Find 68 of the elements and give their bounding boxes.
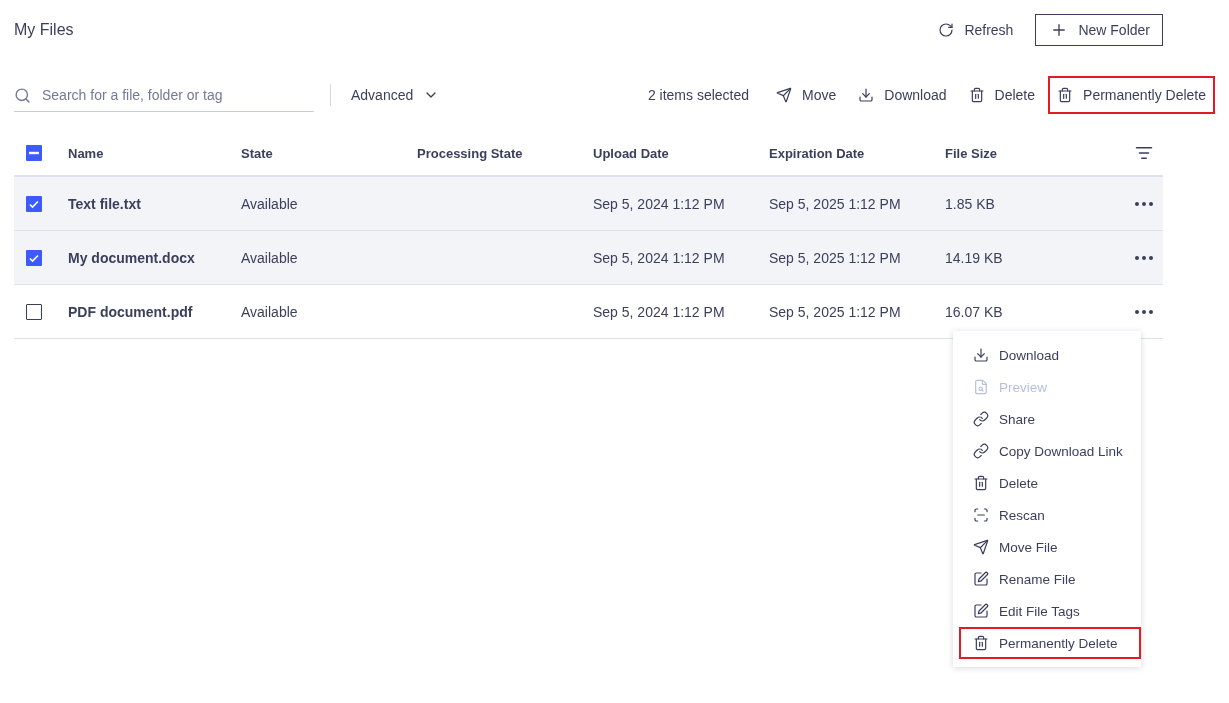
table-cell-text: 14.19 KB — [945, 249, 1004, 266]
delete-button[interactable]: Permanently Delete — [1048, 76, 1215, 114]
menu-item[interactable]: Move File — [959, 531, 1141, 563]
paper-plane-icon — [776, 87, 793, 103]
table-cell-text: Sep 5, 2025 1:12 PM — [769, 249, 902, 266]
more-actions-button[interactable] — [1135, 201, 1153, 206]
menu-item[interactable]: Rename File — [959, 563, 1141, 595]
column-header[interactable]: File Size — [945, 145, 1103, 161]
search-icon — [14, 87, 31, 104]
menu-item[interactable]: Rescan — [959, 499, 1141, 531]
advanced-dropdown[interactable]: Advanced — [347, 81, 444, 109]
column-header[interactable]: Expiration Date — [769, 145, 945, 161]
page-title: My Files — [14, 20, 75, 39]
pencil-square-icon — [973, 603, 989, 619]
download-button[interactable]: Download — [849, 76, 956, 114]
table-cell-text: Sep 5, 2024 1:12 PM — [593, 195, 726, 212]
file-name: PDF document.pdf — [68, 303, 194, 320]
trash-icon — [968, 87, 985, 103]
trash-icon — [973, 635, 989, 651]
menu-item[interactable]: Edit File Tags — [959, 595, 1141, 627]
download-icon — [858, 87, 875, 103]
download-icon — [973, 347, 989, 363]
table-cell-text: Sep 5, 2024 1:12 PM — [593, 303, 726, 320]
select-all-checkbox[interactable] — [26, 145, 42, 161]
selection-count: 2 items selected — [647, 87, 750, 103]
row-checkbox[interactable] — [26, 195, 42, 212]
table-cell-text: 1.85 KB — [945, 195, 996, 212]
file-name: My document.docx — [68, 249, 196, 266]
table-cell-text: 16.07 KB — [945, 303, 1004, 320]
more-icon — [1135, 255, 1153, 260]
more-actions-button[interactable] — [1135, 255, 1153, 260]
row-checkbox[interactable] — [26, 249, 42, 266]
column-header[interactable]: State — [241, 145, 417, 161]
delete-button[interactable]: Delete — [959, 76, 1045, 114]
file-search-icon — [973, 379, 989, 395]
menu-item[interactable]: Permanently Delete — [959, 627, 1141, 659]
menu-item[interactable]: Copy Download Link — [959, 435, 1141, 467]
link-icon — [973, 443, 989, 459]
menu-item[interactable]: Download — [959, 339, 1141, 371]
minus-icon — [29, 151, 39, 155]
table-cell-text: Available — [241, 195, 299, 212]
table-cell-text: Available — [241, 303, 299, 320]
more-icon — [1135, 309, 1153, 314]
menu-item[interactable]: Share — [959, 403, 1141, 435]
column-header[interactable]: Processing State — [417, 145, 593, 161]
scan-icon — [973, 507, 989, 523]
menu-item[interactable]: Delete — [959, 467, 1141, 499]
trash-icon — [973, 475, 989, 491]
refresh-button[interactable]: Refresh — [934, 15, 1018, 44]
filter-icon[interactable] — [1135, 144, 1153, 162]
new-folder-button[interactable]: New Folder — [1035, 13, 1163, 46]
link-icon — [973, 411, 989, 427]
trash-icon — [1057, 87, 1074, 103]
move-button[interactable]: Move — [767, 76, 846, 114]
table-cell-text: Available — [241, 249, 299, 266]
table-cell-text: Sep 5, 2024 1:12 PM — [593, 249, 726, 266]
column-header[interactable]: Upload Date — [593, 145, 769, 161]
row-checkbox[interactable] — [26, 303, 42, 320]
pencil-square-icon — [973, 571, 989, 587]
column-header[interactable]: Name — [68, 145, 241, 161]
refresh-icon — [938, 21, 955, 38]
paper-plane-icon — [973, 539, 989, 555]
table-cell-text: Sep 5, 2025 1:12 PM — [769, 303, 902, 320]
table-cell-text: Sep 5, 2025 1:12 PM — [769, 195, 902, 212]
more-actions-button[interactable] — [1135, 309, 1153, 314]
file-name: Text file.txt — [68, 195, 142, 212]
search-field[interactable]: Search for a file, folder or tag — [14, 78, 314, 112]
more-icon — [1135, 201, 1153, 206]
